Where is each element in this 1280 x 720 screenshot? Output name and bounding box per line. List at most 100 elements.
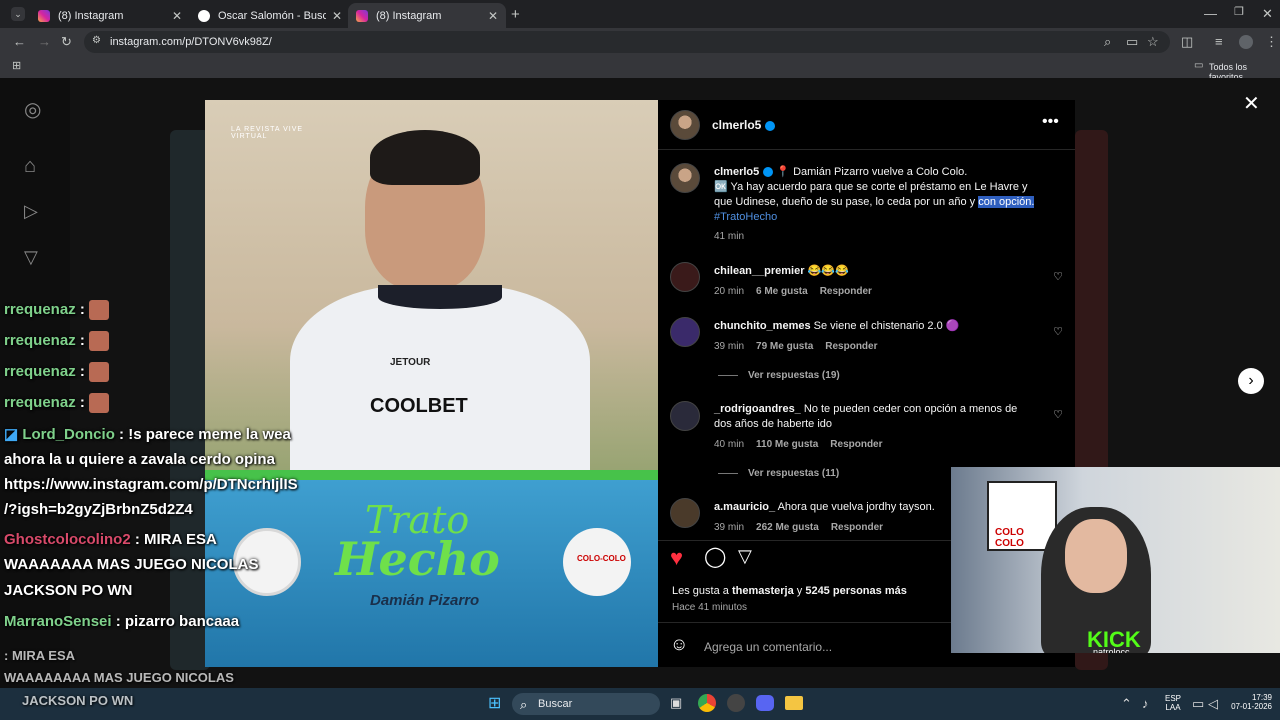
maximize-icon[interactable]: ❐: [1234, 7, 1244, 18]
tab-search-icon[interactable]: ⌄: [11, 7, 25, 21]
home-icon[interactable]: ⌂: [24, 156, 36, 176]
file-explorer-icon[interactable]: [785, 696, 803, 710]
site-info-icon[interactable]: ⚙: [92, 36, 101, 46]
caption-username[interactable]: clmerlo5: [714, 166, 759, 178]
steam-icon[interactable]: [727, 694, 745, 712]
task-view-icon[interactable]: ▣: [670, 696, 682, 709]
tab-google-search[interactable]: Oscar Salomón - Buscar con Go ✕: [190, 3, 350, 28]
reply-button[interactable]: Responder: [825, 341, 877, 352]
badge-icon: ◪: [4, 426, 19, 443]
clock[interactable]: 17:39 07-01-2026: [1222, 693, 1272, 711]
share-icon[interactable]: ▽: [738, 547, 752, 565]
likes-summary[interactable]: Les gusta a themasterja y 5245 personas …: [672, 585, 907, 597]
mic-icon[interactable]: ♪: [1142, 697, 1149, 710]
close-icon[interactable]: ✕: [172, 9, 182, 23]
tab-instagram-2[interactable]: (8) Instagram ✕: [348, 3, 506, 28]
reload-icon[interactable]: ↻: [61, 35, 72, 48]
reply-button[interactable]: Responder: [820, 286, 872, 297]
comment-like-icon[interactable]: ♡: [1053, 408, 1063, 421]
minimize-icon[interactable]: —: [1204, 7, 1217, 20]
cast-icon[interactable]: ▭: [1126, 35, 1138, 48]
instagram-logo-icon[interactable]: ◎: [24, 100, 41, 120]
comment-1-meta: 20 min 6 Me gusta Responder: [714, 286, 872, 297]
network-icon[interactable]: ▭: [1192, 697, 1204, 710]
watermark-text: LA REVISTA VIVE VIRTUAL: [231, 126, 304, 140]
streamer-webcam: COLO COLO KICK natrolocc: [951, 467, 1280, 653]
tab-title: (8) Instagram: [58, 9, 124, 22]
instagram-icon: [356, 9, 368, 22]
tray-chevron-icon[interactable]: ⌃: [1121, 697, 1132, 710]
comment-likes[interactable]: 262 Me gusta: [756, 522, 819, 533]
comment-input[interactable]: Agrega un comentario...: [704, 640, 832, 654]
tab-instagram-1[interactable]: (8) Instagram ✕: [30, 3, 190, 28]
direct-icon[interactable]: ▽: [24, 248, 38, 266]
player-hair: [370, 130, 480, 185]
hashtag-link[interactable]: #TratoHecho: [714, 211, 777, 223]
next-post-arrow-icon[interactable]: ›: [1238, 368, 1264, 394]
comment-likes[interactable]: 79 Me gusta: [756, 341, 813, 352]
jersey-brand: JETOUR: [390, 357, 431, 368]
comment-likes[interactable]: 110 Me gusta: [756, 439, 818, 450]
address-bar[interactable]: ⚙ instagram.com/p/DTONV6vk98Z/ ⌕ ▭ ☆: [84, 31, 1170, 53]
extensions-icon[interactable]: ◫: [1181, 35, 1193, 48]
chat-message: ahora la u quiere a zavala cerdo opina: [4, 451, 275, 468]
start-icon[interactable]: ⊞: [488, 696, 501, 712]
windows-taskbar: JACKSON PO WN ⊞ ⌕ Buscar ▣ ⌃ ♪ ESP LAA ▭ …: [0, 688, 1280, 720]
liked-heart-icon[interactable]: ♥: [670, 547, 683, 569]
chat-message: JACKSON PO WN: [4, 582, 133, 599]
close-icon[interactable]: ✕: [332, 9, 342, 23]
verified-icon: [765, 120, 776, 131]
tab-title: Oscar Salomón - Buscar con Go: [218, 9, 326, 22]
comment-username[interactable]: _rodrigoandres_: [714, 403, 801, 415]
more-menu-icon[interactable]: ⋮: [1265, 35, 1278, 48]
author-username[interactable]: clmerlo5: [712, 118, 776, 132]
post-image[interactable]: LA REVISTA VIVE VIRTUAL JETOUR COOLBET C…: [205, 100, 658, 667]
forward-icon[interactable]: →: [38, 35, 51, 48]
view-replies-2[interactable]: Ver respuestas (11): [718, 468, 851, 479]
emote-icon: [89, 393, 110, 413]
zoom-icon[interactable]: ⌕: [1104, 35, 1111, 48]
comment-avatar[interactable]: [670, 262, 700, 292]
emote-icon: [89, 300, 110, 320]
comment-3: _rodrigoandres_ No te pueden ceder con o…: [714, 403, 1018, 430]
comment-3-meta: 40 min 110 Me gusta Responder: [714, 439, 883, 450]
comment-avatar[interactable]: [670, 498, 700, 528]
view-replies-1[interactable]: Ver respuestas (19): [718, 370, 852, 381]
profile-avatar[interactable]: [1239, 35, 1253, 49]
reply-button[interactable]: Responder: [830, 439, 882, 450]
comment-like-icon[interactable]: ♡: [1053, 325, 1063, 338]
bookmark-star-icon[interactable]: ☆: [1147, 35, 1159, 48]
language-indicator[interactable]: ESP LAA: [1165, 694, 1181, 712]
close-icon[interactable]: ✕: [488, 9, 498, 23]
author-avatar[interactable]: [670, 110, 700, 140]
chrome-icon[interactable]: [698, 694, 716, 712]
volume-icon[interactable]: ◁: [1208, 697, 1218, 710]
instagram-page: ◎ ⌂ ▷ ▽ ✕ › LA REVISTA VIVE VIRTUAL JETO…: [0, 78, 1280, 688]
reels-icon[interactable]: ▷: [24, 202, 38, 220]
apps-grid-icon[interactable]: ⊞: [12, 61, 21, 72]
reply-button[interactable]: Responder: [831, 522, 883, 533]
taskbar-search[interactable]: ⌕ Buscar: [512, 693, 660, 715]
bookmarks-bar: ⊞ ▭ Todos los favoritos: [0, 56, 1280, 82]
window-close-icon[interactable]: ✕: [1262, 7, 1273, 20]
comment-avatar[interactable]: [670, 401, 700, 431]
media-controls-icon[interactable]: ≡: [1215, 35, 1223, 48]
back-icon[interactable]: ←: [13, 35, 26, 48]
comment-username[interactable]: chilean__premier: [714, 265, 805, 277]
comment-4-meta: 39 min 262 Me gusta Responder: [714, 522, 884, 533]
emoji-icon[interactable]: ☺: [670, 635, 688, 653]
caption-time: 41 min: [714, 231, 745, 242]
comment-avatar[interactable]: [670, 317, 700, 347]
trato-hecho-banner: COLO-COLO Trato Hecho Damián Pizarro: [205, 480, 658, 667]
comment-username[interactable]: a.mauricio_: [714, 501, 775, 513]
comment-icon[interactable]: ◯: [704, 547, 726, 567]
close-modal-icon[interactable]: ✕: [1243, 94, 1260, 114]
comment-username[interactable]: chunchito_memes: [714, 320, 811, 332]
comment-likes[interactable]: 6 Me gusta: [756, 286, 808, 297]
discord-icon[interactable]: [756, 695, 774, 711]
comment-like-icon[interactable]: ♡: [1053, 270, 1063, 283]
new-tab-icon[interactable]: +: [511, 7, 520, 22]
caption-avatar[interactable]: [670, 163, 700, 193]
browser-tabbar: ⌄ (8) Instagram ✕ Oscar Salomón - Buscar…: [0, 0, 1280, 28]
more-options-icon[interactable]: •••: [1042, 114, 1059, 130]
